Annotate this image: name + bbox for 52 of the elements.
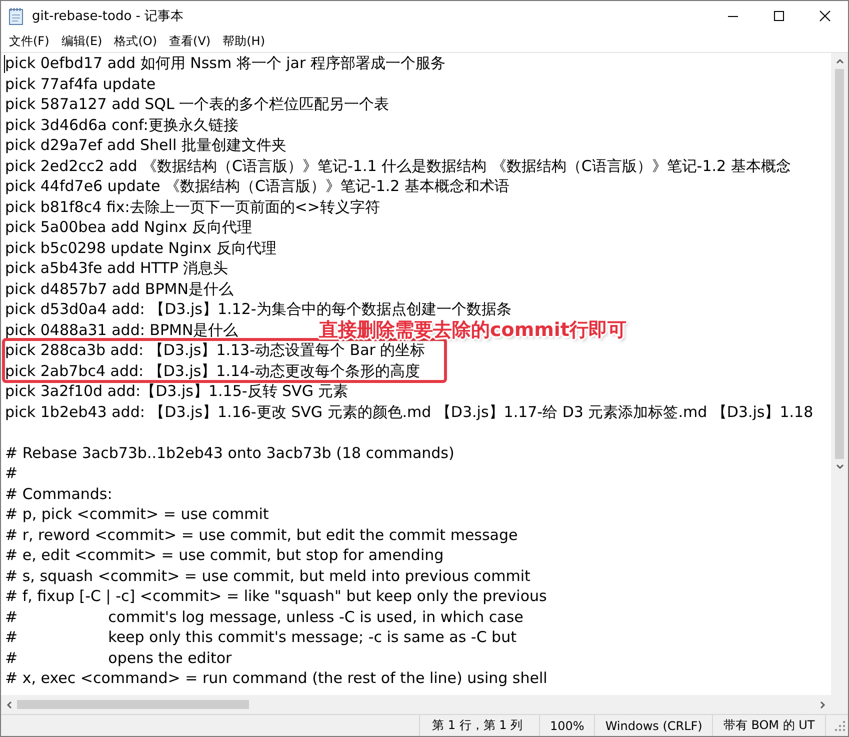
text-line: pick b81f8c4 fix:去除上一页下一页前面的<>转义字符 <box>5 198 380 216</box>
text-line: # f, fixup [-C | -c] <commit> = like "squash" but keep only the previous <box>5 587 547 605</box>
text-line: # x, exec <command> = run command (the rest of the line) using shell <box>5 669 548 687</box>
scroll-right-icon[interactable] <box>819 700 827 710</box>
window-title: git-rebase-todo - 记事本 <box>32 8 184 24</box>
notepad-icon <box>8 6 24 24</box>
maximize-icon[interactable] <box>773 10 785 22</box>
text-line: pick 587a127 add SQL 一个表的多个栏位匹配另一个表 <box>5 95 390 113</box>
text-line: pick 0488a31 add: BPMN是什么 <box>5 320 238 338</box>
status-text: 100% <box>540 715 596 736</box>
text-line: pick 3d46d6a conf:更换永久链接 <box>5 116 238 134</box>
annotation-text: 直接删除需要去除的commit行即可 <box>319 318 627 342</box>
text-line: pick 5a00bea add Nginx 反向代理 <box>5 218 252 236</box>
text-line: # s, squash <commit> = use commit, but meld into previous commit <box>5 566 530 584</box>
text-line: # Rebase 3acb73b..1b2eb43 onto 3acb73b (18 commands) <box>5 444 454 462</box>
text-line: pick 0efbd17 add 如何用 Nssm 将一个 jar 程序部署成一个服务 <box>5 54 446 72</box>
scroll-left-icon[interactable] <box>5 700 13 710</box>
menu-item[interactable]: 编辑(E) <box>55 32 108 50</box>
resize-grip-icon[interactable] <box>834 720 846 732</box>
menu-item[interactable]: 文件(F) <box>3 32 56 50</box>
status-text: 第 1 行，第 1 列 <box>420 715 540 736</box>
status-text: 带有 BOM 的 UT <box>713 715 826 736</box>
text-line: pick 2ab7bc4 add: 【D3.js】1.14-动态更改每个条形的高度 <box>5 362 420 380</box>
text-line: pick 44fd7e6 update 《数据结构（C语言版）》笔记-1.2 基本概念和术语 <box>5 177 510 195</box>
text-line: pick 77af4fa update <box>5 74 156 92</box>
text-line: # opens the editor <box>5 648 232 666</box>
text-line: # commit's log message, unless -C is used, in which case <box>5 608 524 626</box>
text-line: pick d29a7ef add Shell 批量创建文件夹 <box>5 136 286 154</box>
close-icon[interactable] <box>819 10 831 22</box>
text-cursor <box>4 55 5 73</box>
menu-item[interactable]: 查看(V) <box>163 32 217 50</box>
text-line: # e, edit <commit> = use commit, but stop for amending <box>5 546 444 564</box>
text-line: pick d53d0a4 add: 【D3.js】1.12-为集合中的每个数据点创建一个数据条 <box>5 300 512 318</box>
status-text: Windows (CRLF) <box>595 715 714 736</box>
text-line: # r, reword <commit> = use commit, but edit the commit message <box>5 526 518 544</box>
horizontal-scrollbar[interactable] <box>1 695 831 714</box>
scroll-up-icon[interactable] <box>834 57 844 65</box>
text-line: pick 288ca3b add: 【D3.js】1.13-动态设置每个 Bar 的坐标 <box>5 341 426 359</box>
menu-item[interactable]: 帮助(H) <box>216 32 271 50</box>
scroll-down-icon[interactable] <box>834 463 844 471</box>
text-line: pick a5b43fe add HTTP 消息头 <box>5 259 228 277</box>
text-line: pick 2ed2cc2 add 《数据结构（C语言版）》笔记-1.1 什么是数据结构 《数据结构（C语言版）》笔记-1.2 基本概念 <box>5 156 791 174</box>
menu-item[interactable]: 格式(O) <box>108 32 164 50</box>
text-line: pick 1b2eb43 add: 【D3.js】1.16-更改 SVG 元素的颜色.md 【D3.js】1.17-给 D3 元素添加标签.md 【D3.js】1.18 <box>5 402 814 420</box>
vertical-scrollbar[interactable] <box>831 53 848 695</box>
text-line: # keep only this commit's message; -c is same as -C but <box>5 628 516 646</box>
text-line: # p, pick <commit> = use commit <box>5 505 269 523</box>
text-line: # <box>5 464 18 482</box>
text-line: # Commands: <box>5 484 112 502</box>
text-line: pick d4857b7 add BPMN是什么 <box>5 280 234 298</box>
text-line: pick b5c0298 update Nginx 反向代理 <box>5 238 276 256</box>
text-line: pick 3a2f10d add:【D3.js】1.15-反转 SVG 元素 <box>5 382 348 400</box>
